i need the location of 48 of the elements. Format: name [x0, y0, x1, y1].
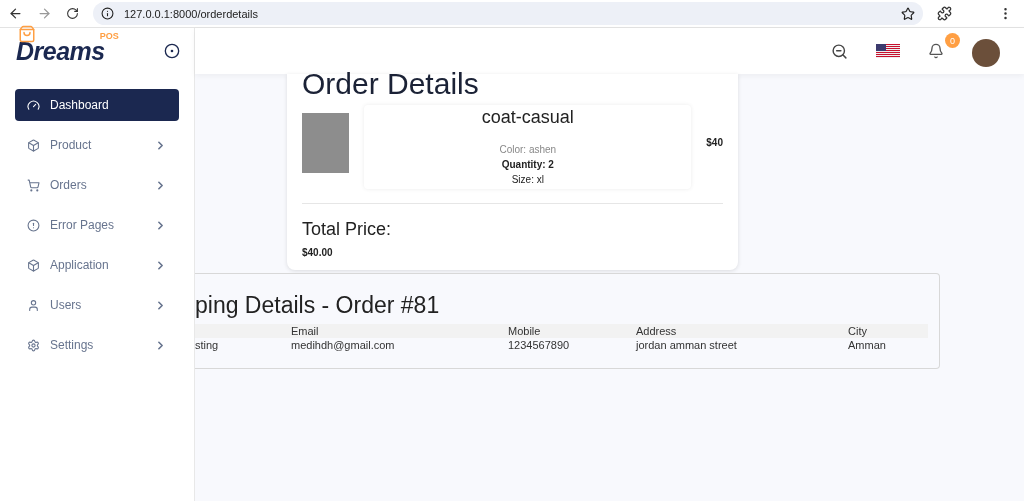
forward-icon[interactable]: [37, 6, 52, 21]
sidebar-toggle-icon[interactable]: [164, 43, 180, 59]
sidebar-item[interactable]: Settings: [15, 329, 179, 361]
table-header-cell: Email: [291, 324, 508, 338]
info-icon[interactable]: [101, 7, 114, 20]
product-color: Color: ashen: [499, 143, 557, 157]
cart-icon: [27, 178, 40, 192]
extensions-icon[interactable]: [937, 6, 952, 21]
reload-icon[interactable]: [66, 7, 79, 20]
bell-icon[interactable]: [928, 43, 944, 59]
sidebar-item[interactable]: Dashboard: [15, 89, 179, 121]
bag-icon: [18, 24, 36, 43]
order-title: Order Details: [302, 69, 480, 99]
sidebar-item[interactable]: Orders: [15, 169, 179, 201]
product-name: coat-casual: [481, 107, 574, 128]
alert-icon: [27, 218, 40, 232]
shipping-title: ping Details - Order #81: [195, 292, 441, 319]
photo-placeholder: [302, 113, 350, 173]
table-cell-text: 1234567890: [508, 338, 571, 352]
logo-pos-label: POS: [99, 30, 119, 41]
user-icon: [27, 298, 40, 312]
table-cell-text: jordan amman street: [636, 338, 738, 352]
settings-icon: [27, 338, 40, 352]
product-size: Size: xl: [511, 173, 544, 187]
notification-count: 0: [945, 33, 960, 48]
table-header-cell: City: [848, 324, 928, 338]
zoom-out-icon[interactable]: [831, 42, 848, 60]
product-price: $40: [706, 137, 723, 148]
box-icon: [27, 258, 40, 272]
table-cell-text: Amman: [848, 338, 887, 352]
box-icon: [27, 138, 40, 152]
us-flag-icon[interactable]: [876, 44, 900, 58]
product-quantity: Quantity: 2: [501, 158, 554, 172]
table-header-cell: Mobile: [508, 324, 636, 338]
sidebar-item[interactable]: Application: [15, 249, 179, 281]
sidebar-item[interactable]: Error Pages: [15, 209, 179, 241]
avatar[interactable]: [972, 39, 1000, 67]
total-label: Total Price:: [302, 219, 393, 240]
table-header-cell: Address: [636, 324, 848, 338]
star-icon[interactable]: [901, 6, 915, 21]
table-cell-text: sting: [195, 338, 220, 352]
total-value: $40.00: [302, 247, 334, 258]
gauge-icon: [27, 98, 40, 112]
back-icon[interactable]: [8, 6, 23, 21]
address-bar[interactable]: 127.0.0.1:8000/orderdetails: [93, 2, 923, 25]
sidebar-item[interactable]: Users: [15, 289, 179, 321]
table-cell-text: medihdh@gmail.com: [291, 338, 396, 352]
sidebar-item[interactable]: Product: [15, 129, 179, 161]
